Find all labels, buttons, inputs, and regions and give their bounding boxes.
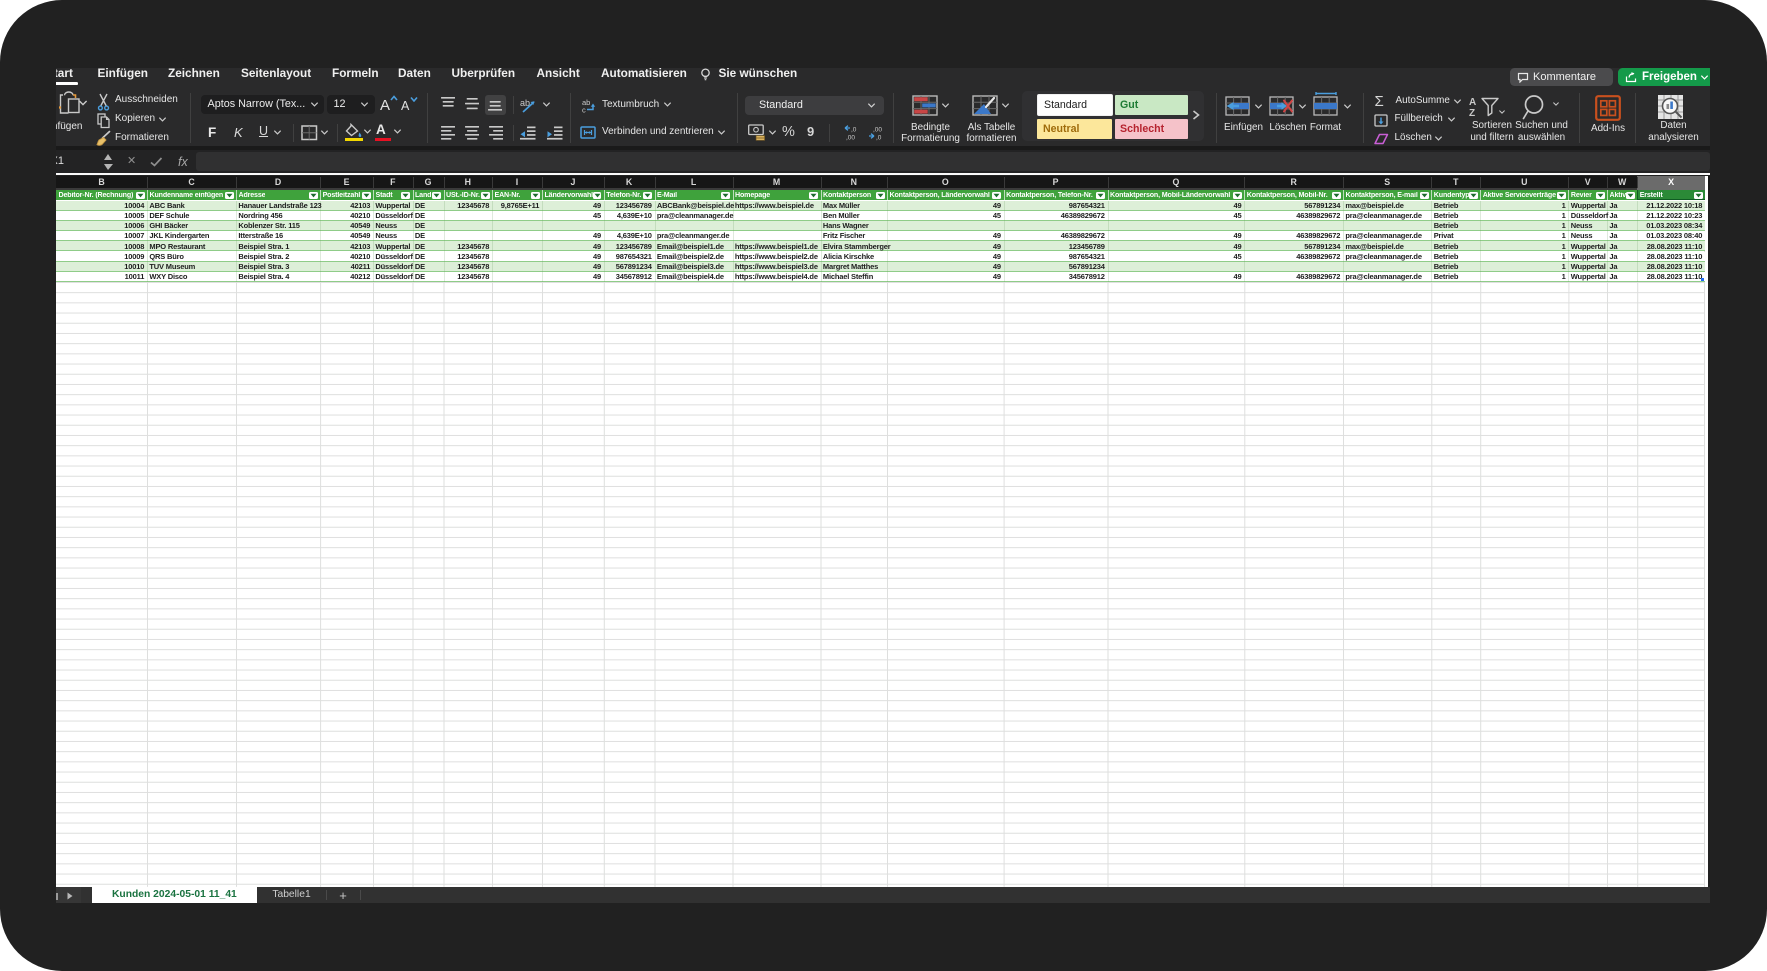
svg-text:Z: Z — [1469, 108, 1475, 118]
svg-text:,0: ,0 — [876, 134, 882, 141]
svg-text:,00: ,00 — [846, 134, 855, 141]
svg-text:c: c — [582, 105, 586, 113]
svg-text:,0: ,0 — [851, 126, 857, 133]
svg-text:,00: ,00 — [873, 126, 882, 133]
svg-text:A: A — [1469, 97, 1476, 108]
